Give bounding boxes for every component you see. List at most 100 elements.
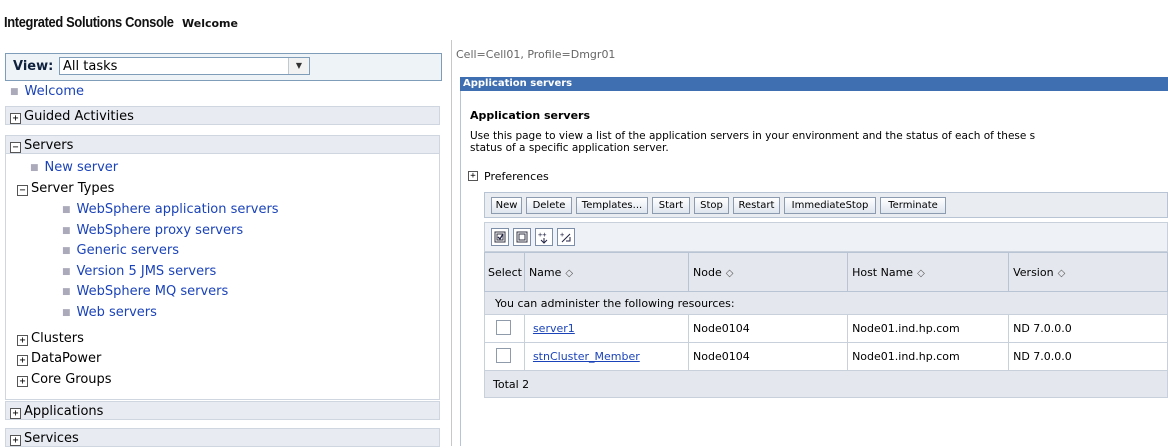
nav-item-datapower[interactable]: + DataPower: [17, 349, 101, 368]
page-heading: Application servers: [470, 109, 591, 122]
header-label: Node: [693, 265, 722, 279]
start-button[interactable]: Start: [652, 197, 690, 214]
server-type-link[interactable]: WebSphere MQ servers: [77, 284, 229, 299]
nav-section-guided-activities[interactable]: + Guided Activities: [5, 106, 440, 125]
sort-arrows-icon[interactable]: ◇: [565, 268, 573, 279]
navigation-tree: View: All tasks ▼ ■ Welcome + Guided Activ…: [0, 48, 448, 447]
server-type-link[interactable]: Web servers: [77, 305, 157, 320]
collapse-minus-icon[interactable]: −: [10, 142, 21, 153]
node-cell: Node0104: [688, 342, 849, 371]
expand-plus-icon[interactable]: +: [17, 335, 28, 346]
sort-arrows-icon[interactable]: ◇: [917, 268, 925, 279]
pane-divider[interactable]: [451, 40, 452, 446]
server-type-link[interactable]: Version 5 JMS servers: [77, 264, 217, 279]
chevron-down-icon[interactable]: ▼: [288, 58, 309, 74]
sort-arrows-icon[interactable]: ◇: [1058, 268, 1066, 279]
bullet-icon: ■: [62, 205, 71, 215]
stop-button[interactable]: Stop: [694, 197, 729, 214]
bullet-icon: ■: [62, 267, 71, 277]
bullet-icon: ■: [62, 246, 71, 256]
server-type-link[interactable]: WebSphere application servers: [77, 202, 279, 217]
nav-item-core-groups[interactable]: + Core Groups: [17, 370, 112, 389]
expand-plus-icon[interactable]: +: [468, 171, 478, 181]
server-type-link[interactable]: Generic servers: [77, 243, 179, 258]
preferences-label: Preferences: [484, 170, 549, 183]
nav-item-websphere-app-servers[interactable]: ■ WebSphere application servers: [62, 200, 279, 220]
terminate-button[interactable]: Terminate: [880, 197, 946, 214]
node-column-header[interactable]: Node ◇: [688, 252, 849, 292]
nav-section-services[interactable]: + Services: [5, 428, 440, 447]
new-server-link[interactable]: New server: [45, 160, 119, 175]
expand-plus-icon[interactable]: +: [10, 113, 21, 124]
nav-item-websphere-mq-servers[interactable]: ■ WebSphere MQ servers: [62, 282, 228, 302]
nav-section-servers[interactable]: − Servers: [5, 135, 440, 154]
nav-item-new-server[interactable]: ■ New server: [30, 158, 118, 178]
host-cell: Node01.ind.hp.com: [847, 342, 1010, 371]
row-checkbox[interactable]: [496, 319, 512, 335]
description-line: status of a specific application server.: [470, 142, 669, 154]
expand-plus-icon[interactable]: +: [10, 408, 21, 419]
row-select-cell: [484, 314, 525, 343]
server-type-link[interactable]: WebSphere proxy servers: [77, 223, 244, 238]
nav-item-generic-servers[interactable]: ■ Generic servers: [62, 241, 179, 261]
show-filter-icon[interactable]: ++: [535, 228, 553, 246]
table-row: server1 Node0104 Node01.ind.hp.com ND 7.…: [484, 314, 1168, 343]
nav-item-clusters[interactable]: + Clusters: [17, 329, 84, 348]
application-servers-table: Select Name ◇ Node ◇ Host Name ◇ Version ◇ Y…: [484, 252, 1168, 398]
deselect-all-icon[interactable]: [513, 228, 531, 246]
expand-plus-icon[interactable]: +: [17, 376, 28, 387]
header-label: Host Name: [852, 265, 914, 279]
bullet-icon: ■: [10, 87, 19, 97]
server-link[interactable]: stnCluster_Member: [533, 350, 640, 363]
nav-section-label: Services: [24, 431, 79, 446]
version-cell: ND 7.0.0.0: [1008, 314, 1168, 343]
view-selector-box: View: All tasks ▼: [5, 53, 442, 81]
welcome-link[interactable]: Welcome: [25, 84, 84, 99]
name-cell: stnCluster_Member: [523, 342, 690, 371]
view-dropdown[interactable]: All tasks ▼: [59, 57, 310, 75]
nav-item-v5-jms-servers[interactable]: ■ Version 5 JMS servers: [62, 262, 216, 282]
delete-button[interactable]: Delete: [526, 197, 572, 214]
view-dropdown-value: All tasks: [63, 59, 118, 74]
nav-section-label: Applications: [24, 404, 104, 419]
description-line: Use this page to view a list of the appl…: [470, 130, 1036, 142]
expand-plus-icon[interactable]: +: [17, 355, 28, 366]
sort-arrows-icon[interactable]: ◇: [726, 268, 734, 279]
server-link[interactable]: server1: [533, 322, 575, 335]
cell-profile-info: Cell=Cell01, Profile=Dmgr01: [456, 48, 616, 61]
host-cell: Node01.ind.hp.com: [847, 314, 1010, 343]
table-total-row: Total 2: [484, 370, 1168, 398]
nav-item-web-servers[interactable]: ■ Web servers: [62, 303, 157, 323]
server-types-label: Server Types: [31, 181, 115, 196]
nav-item-welcome[interactable]: ■ Welcome: [5, 82, 445, 101]
nav-item-label: Clusters: [31, 331, 84, 346]
bullet-icon: ■: [62, 287, 71, 297]
templates-button[interactable]: Templates...: [576, 197, 648, 214]
bullet-icon: ■: [62, 226, 71, 236]
clear-filter-icon[interactable]: +: [557, 228, 575, 246]
bullet-icon: ■: [62, 308, 71, 318]
view-label: View:: [13, 59, 54, 74]
row-checkbox[interactable]: [496, 347, 512, 363]
new-button[interactable]: New: [491, 197, 522, 214]
host-name-column-header[interactable]: Host Name ◇: [847, 252, 1010, 292]
immediate-stop-button[interactable]: ImmediateStop: [784, 197, 876, 214]
svg-text:++: ++: [538, 231, 546, 239]
bullet-icon: ■: [30, 163, 39, 173]
nav-section-applications[interactable]: + Applications: [5, 401, 440, 420]
select-all-icon[interactable]: [491, 228, 509, 246]
nav-item-server-types[interactable]: − Server Types: [17, 179, 114, 198]
nav-item-websphere-proxy-servers[interactable]: ■ WebSphere proxy servers: [62, 221, 243, 241]
version-column-header[interactable]: Version ◇: [1008, 252, 1168, 292]
name-cell: server1: [523, 314, 690, 343]
name-column-header[interactable]: Name ◇: [523, 252, 690, 292]
restart-button[interactable]: Restart: [733, 197, 780, 214]
total-count: Total 2: [484, 370, 1168, 398]
action-toolbar: New Delete Templates... Start Stop Resta…: [484, 192, 1168, 218]
page-description: Use this page to view a list of the appl…: [470, 130, 1168, 154]
header-label: Name: [528, 265, 562, 279]
collapse-minus-icon[interactable]: −: [17, 185, 28, 196]
version-cell: ND 7.0.0.0: [1008, 342, 1168, 371]
expand-plus-icon[interactable]: +: [10, 435, 21, 446]
preferences-toggle[interactable]: + Preferences: [468, 170, 549, 183]
